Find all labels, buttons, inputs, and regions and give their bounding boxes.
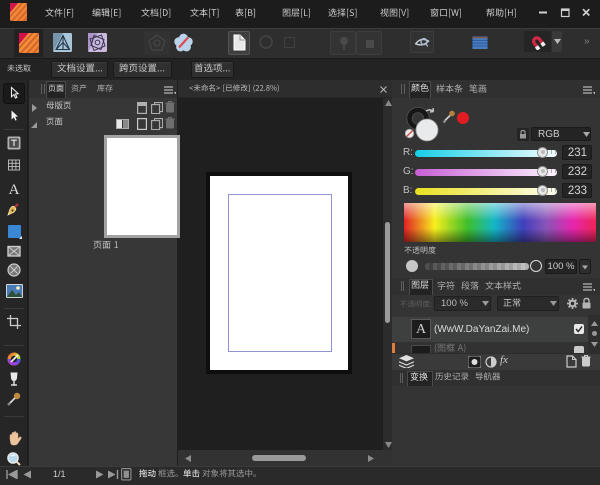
- svg-text:A: A: [9, 182, 20, 197]
